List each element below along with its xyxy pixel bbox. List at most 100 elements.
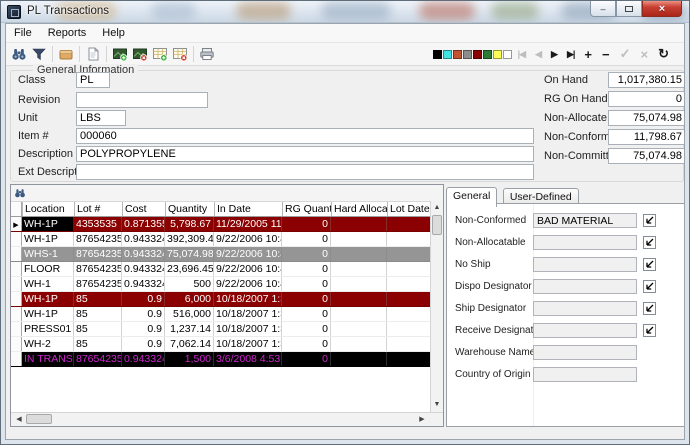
cell-quantity[interactable]: 500: [165, 277, 214, 291]
non-allocatable-lookup-button[interactable]: [642, 236, 656, 250]
cell-in-date[interactable]: 10/18/2007 1:31:1: [214, 307, 282, 321]
grid-row[interactable]: WH-1P 85 0.9 516,000 10/18/2007 1:31:1 0: [11, 307, 430, 322]
cell-in-date[interactable]: 11/29/2005 11:47:: [214, 217, 282, 231]
cell-lot[interactable]: 85: [74, 322, 122, 336]
accept-changes-button[interactable]: ✓: [615, 46, 636, 62]
cell-lot-date[interactable]: [387, 247, 430, 261]
cell-hard-allocated[interactable]: [331, 277, 387, 291]
cell-quantity[interactable]: 75,074.98: [165, 247, 214, 261]
cell-cost[interactable]: 0.9: [122, 337, 165, 351]
next-record-button[interactable]: ▶: [546, 49, 562, 60]
class-field[interactable]: [76, 72, 110, 88]
cell-rg-quantity[interactable]: 0: [282, 292, 331, 306]
cell-hard-allocated[interactable]: [331, 262, 387, 276]
cell-lot[interactable]: 85: [74, 307, 122, 321]
row-selector[interactable]: [11, 307, 22, 321]
row-add-button[interactable]: [150, 44, 170, 64]
cell-location[interactable]: WH-1P: [22, 217, 74, 231]
cell-rg-quantity[interactable]: 0: [282, 262, 331, 276]
cell-hard-allocated[interactable]: [331, 352, 387, 366]
cell-lot[interactable]: 8765423567: [74, 247, 122, 261]
cell-lot-date[interactable]: [387, 277, 430, 291]
cell-cost[interactable]: 0.943324: [122, 352, 165, 366]
cell-in-date[interactable]: 9/22/2006 10:45:0: [214, 277, 282, 291]
ship-designator-lookup-button[interactable]: [642, 302, 656, 316]
menu-help[interactable]: Help: [94, 25, 133, 41]
filter-button[interactable]: [29, 44, 49, 64]
cell-in-date[interactable]: 10/18/2007 1:31:1: [214, 292, 282, 306]
country-of-origin-field[interactable]: [533, 367, 637, 382]
cell-rg-quantity[interactable]: 0: [282, 307, 331, 321]
cell-lot-date[interactable]: [387, 337, 430, 351]
maximize-button[interactable]: [616, 1, 642, 17]
horizontal-scroll-thumb[interactable]: [26, 414, 52, 424]
non-conformed-lookup-button[interactable]: [642, 214, 656, 228]
cell-lot[interactable]: 8765423567: [74, 352, 122, 366]
col-header-hard-allocated[interactable]: Hard Allocated: [331, 202, 387, 216]
cell-location[interactable]: FLOOR: [22, 262, 74, 276]
ext-description-field[interactable]: [76, 164, 534, 180]
row-selector[interactable]: [11, 337, 22, 351]
menu-file[interactable]: File: [6, 25, 40, 41]
add-record-button[interactable]: +: [579, 47, 597, 62]
cell-location[interactable]: WH-1P: [22, 307, 74, 321]
titlebar[interactable]: PL Transactions – ×: [1, 1, 689, 23]
warehouse-name-field[interactable]: [533, 345, 637, 360]
grid-row[interactable]: WH-1P 8765423567 0.943324 392,309.44 9/2…: [11, 232, 430, 247]
scroll-right-icon[interactable]: ▶: [416, 414, 428, 426]
row-delete-button[interactable]: [170, 44, 190, 64]
cell-cost[interactable]: 0.943324: [122, 277, 165, 291]
cell-quantity[interactable]: 1,237.14: [165, 322, 214, 336]
scroll-up-icon[interactable]: ▲: [431, 202, 443, 214]
vertical-scrollbar[interactable]: ▲ ▼: [430, 201, 443, 412]
grid-row[interactable]: FLOOR 8765423567 0.943324 23,696.45 9/22…: [11, 262, 430, 277]
cell-location[interactable]: WHS-1: [22, 247, 74, 261]
no-ship-field[interactable]: [533, 257, 637, 272]
row-selector[interactable]: ▶: [11, 217, 22, 231]
cell-quantity[interactable]: 1,500: [165, 352, 214, 366]
cell-lot-date[interactable]: [387, 232, 430, 246]
cell-location[interactable]: WH-2: [22, 337, 74, 351]
remove-record-button[interactable]: −: [597, 47, 615, 62]
cell-in-date[interactable]: 9/22/2006 10:45:0: [214, 262, 282, 276]
grid-row[interactable]: WH-1 8765423567 0.943324 500 9/22/2006 1…: [11, 277, 430, 292]
col-header-in-date[interactable]: In Date: [214, 202, 282, 216]
cell-hard-allocated[interactable]: [331, 337, 387, 351]
col-header-rg-quantity[interactable]: RG Quantity: [282, 202, 331, 216]
cell-hard-allocated[interactable]: [331, 232, 387, 246]
dispo-designator-field[interactable]: [533, 279, 637, 294]
cell-hard-allocated[interactable]: [331, 247, 387, 261]
cell-location[interactable]: WH-1: [22, 277, 74, 291]
cell-lot-date[interactable]: [387, 292, 430, 306]
cell-location[interactable]: WH-1P: [22, 292, 74, 306]
non-allocatable-field[interactable]: [533, 235, 637, 250]
receive-designator-lookup-button[interactable]: [642, 324, 656, 338]
image-add-button[interactable]: [110, 44, 130, 64]
description-field[interactable]: [76, 146, 534, 162]
row-selector[interactable]: [11, 292, 22, 306]
last-record-button[interactable]: ▶|: [562, 49, 579, 60]
revision-field[interactable]: [76, 92, 208, 108]
grid-find-button[interactable]: [11, 185, 29, 200]
grid-row[interactable]: ▶ WH-1P 4353535 0.871355 5,798.67 11/29/…: [11, 217, 430, 232]
cell-hard-allocated[interactable]: [331, 322, 387, 336]
cell-cost[interactable]: 0.871355: [122, 217, 165, 231]
non-conformed-field[interactable]: [533, 213, 637, 228]
cell-location[interactable]: PRESS01: [22, 322, 74, 336]
cell-quantity[interactable]: 516,000: [165, 307, 214, 321]
minimize-button[interactable]: –: [590, 1, 616, 17]
row-selector[interactable]: [11, 262, 22, 276]
vertical-scroll-thumb[interactable]: [432, 215, 442, 235]
col-header-quantity[interactable]: Quantity: [165, 202, 214, 216]
cell-quantity[interactable]: 7,062.14: [165, 337, 214, 351]
cell-lot[interactable]: 8765423567: [74, 277, 122, 291]
package-button[interactable]: [56, 44, 76, 64]
cell-rg-quantity[interactable]: 0: [282, 352, 331, 366]
cell-in-date[interactable]: 9/22/2006 10:45:0: [214, 247, 282, 261]
new-document-button[interactable]: [83, 44, 103, 64]
cell-hard-allocated[interactable]: [331, 217, 387, 231]
cell-rg-quantity[interactable]: 0: [282, 337, 331, 351]
find-button[interactable]: [9, 44, 29, 64]
tab-general[interactable]: General: [446, 187, 497, 207]
cell-in-date[interactable]: 3/6/2008 4:53:55: [214, 352, 282, 366]
